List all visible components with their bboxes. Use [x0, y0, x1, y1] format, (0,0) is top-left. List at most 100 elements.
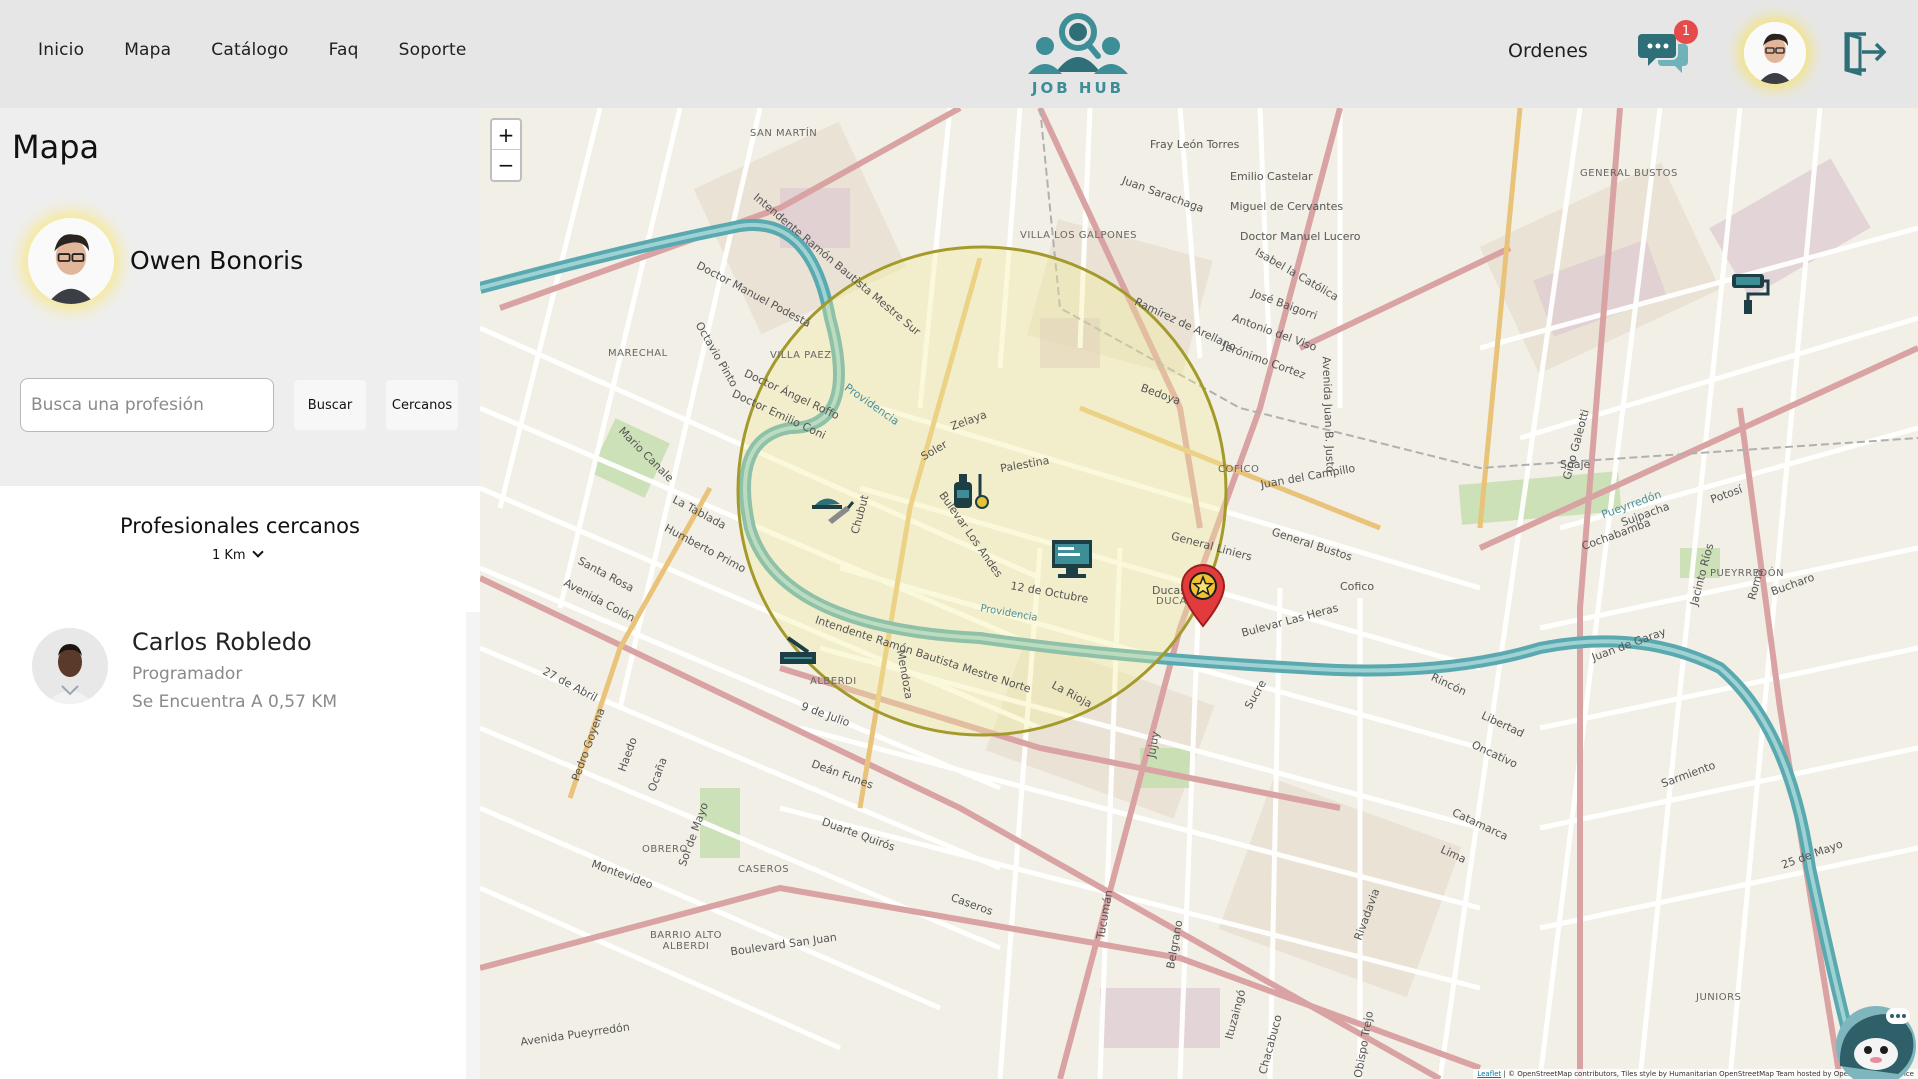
street-label: Belgrano	[1163, 919, 1186, 970]
street-label: Deán Funes	[809, 757, 875, 792]
main-nav: Inicio Mapa Catálogo Faq Soporte	[38, 40, 467, 60]
street-label: Montevideo	[589, 857, 655, 892]
mason-trowel-icon[interactable]	[810, 488, 854, 528]
street-label: Emilio Castelar	[1230, 170, 1313, 183]
chevron-down-icon	[251, 546, 264, 558]
area-label: JUNIORS	[1696, 992, 1742, 1003]
street-label: Rivadavia	[1351, 886, 1383, 943]
street-label: Soler	[918, 437, 950, 464]
street-label: Sarmiento	[1659, 758, 1718, 791]
area-label: COFICO	[1218, 464, 1260, 475]
street-label: Humberto Primo	[662, 521, 749, 576]
professional-distance: Se Encuentra A 0,57 KM	[132, 692, 338, 712]
street-label: Jujuy	[1144, 730, 1163, 759]
painter-roller-icon[interactable]	[1728, 270, 1770, 316]
professional-name[interactable]: Carlos Robledo	[132, 628, 312, 656]
user-avatar-image	[1744, 22, 1806, 84]
area-label: GENERAL BUSTOS	[1580, 168, 1678, 179]
profession-search-input[interactable]	[20, 378, 274, 432]
street-label: Fray León Torres	[1150, 138, 1240, 151]
search-button[interactable]: Buscar	[294, 380, 366, 430]
street-label: Boulevard San Juan	[729, 930, 838, 959]
radius-selected-value: 1 Km	[212, 548, 246, 563]
area-label: ALBERDI	[810, 676, 857, 687]
street-label: Pedro Goyena	[569, 706, 608, 783]
radius-select[interactable]: 1 Km	[212, 546, 264, 563]
street-label: 25 de Mayo	[1779, 837, 1845, 872]
street-label: Octavio Pinto	[692, 319, 741, 390]
street-label: Obispo Trejo	[1351, 1010, 1377, 1079]
area-label: MARECHAL	[608, 348, 668, 359]
street-label: Potosí	[1708, 482, 1745, 507]
street-label: Avenida Juan B. Justo	[1319, 356, 1337, 473]
street-label: Soaje	[1560, 458, 1591, 471]
chatbot-mascot-icon[interactable]	[1828, 988, 1918, 1079]
street-label: Sol de Mayo	[675, 800, 712, 869]
nearby-button[interactable]: Cercanos	[386, 380, 458, 430]
street-label: Tucumán	[1094, 889, 1116, 940]
street-label: Providencia	[842, 380, 902, 429]
chat-notification-badge: 1	[1674, 20, 1698, 44]
current-user-name: Owen Bonoris	[130, 246, 304, 275]
street-label: La Rioja	[1049, 678, 1095, 711]
street-label: Cofico	[1340, 580, 1375, 593]
area-label: VILLA LOS GALPONES	[1020, 230, 1138, 241]
river-label: Providencia	[979, 603, 1039, 624]
street-label: Catamarca	[1450, 805, 1510, 844]
nav-mapa[interactable]: Mapa	[124, 40, 171, 60]
street-label: Avenida Pueyrredón	[519, 1020, 631, 1049]
logo-wordmark: JOB HUB	[1031, 79, 1125, 97]
programmer-computer-icon[interactable]	[1050, 538, 1094, 580]
street-label: Libertad	[1479, 708, 1527, 741]
street-label: José Baigorri	[1249, 286, 1320, 323]
street-label: Juan de Garay	[1590, 625, 1668, 664]
map-canvas[interactable]: Intendente Ramón Bautista Mestre Sur Int…	[480, 108, 1918, 1079]
page-title: Mapa	[12, 128, 100, 166]
street-label: Ocaña	[645, 755, 670, 794]
carpenter-icon[interactable]	[778, 636, 820, 668]
street-label: 27 de Abril	[540, 664, 600, 705]
leaflet-link[interactable]: Leaflet	[1477, 1070, 1501, 1078]
street-label: Chacabuco	[1256, 1013, 1285, 1076]
nav-faq[interactable]: Faq	[329, 40, 359, 60]
zoom-in-button[interactable]: +	[492, 120, 520, 150]
nav-soporte[interactable]: Soporte	[399, 40, 467, 60]
street-label: Haedo	[615, 735, 640, 774]
area-label: VILLA PAEZ	[770, 350, 832, 361]
street-label: General Liniers	[1169, 529, 1254, 564]
professional-avatar[interactable]	[32, 628, 108, 704]
street-label: Doctor Manuel Podestá	[694, 258, 813, 331]
zoom-out-button[interactable]: −	[492, 150, 520, 180]
area-label: BARRIO ALTO ALBERDI	[649, 930, 723, 952]
street-label: Bulevar Las Heras	[1240, 601, 1340, 640]
street-label: 9 de Julio	[799, 699, 852, 730]
professional-photo	[32, 628, 108, 704]
logout-icon[interactable]	[1840, 28, 1888, 76]
street-label: Ramírez de Arellano	[1132, 295, 1239, 354]
header-user-avatar[interactable]	[1744, 22, 1806, 84]
area-label: SAN MARTÍN	[750, 128, 818, 139]
nav-catalogo[interactable]: Catálogo	[211, 40, 288, 60]
street-label: Caseros	[949, 890, 995, 919]
street-label: Lima	[1438, 842, 1469, 867]
street-label: Palestina	[999, 453, 1051, 476]
street-label: Intendente Ramón Bautista Mestre Sur	[750, 190, 924, 339]
street-label: Duarte Quirós	[820, 815, 897, 854]
street-label: Rincón	[1429, 670, 1469, 699]
street-label: General Bustos	[1270, 525, 1354, 564]
nav-inicio[interactable]: Inicio	[38, 40, 84, 60]
orders-link[interactable]: Ordenes	[1508, 40, 1588, 62]
street-label: Juan del Campillo	[1259, 461, 1357, 492]
star-location-pin-icon[interactable]	[1178, 564, 1228, 628]
street-label: Oncativo	[1469, 738, 1520, 771]
professional-role: Programador	[132, 664, 243, 684]
plumber-tools-icon[interactable]	[950, 470, 994, 514]
current-user-avatar	[28, 218, 114, 304]
street-label: Zelaya	[948, 408, 989, 433]
area-label: PUEYRREDÓN	[1710, 568, 1785, 579]
list-scrollbar[interactable]	[466, 612, 480, 1079]
area-label: CASEROS	[738, 864, 790, 875]
street-label: Doctor Manuel Lucero	[1240, 230, 1361, 243]
user-avatar-image	[28, 218, 114, 304]
area-label: OBRERO	[642, 844, 688, 855]
